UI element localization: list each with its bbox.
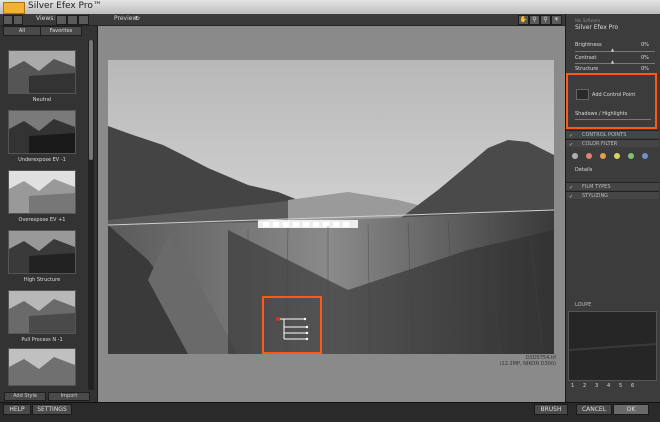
preset-thumbnail xyxy=(8,290,76,334)
preview-toggle-icon[interactable]: ↻ xyxy=(135,15,140,22)
background-icon[interactable]: ☀ xyxy=(551,15,562,25)
toolbar: Views: Preview: ↻ ✋ ⚲ ⚲ ☀ xyxy=(0,14,660,26)
zoom-fit-icon[interactable]: ⚲ xyxy=(540,15,551,25)
side-by-side-button[interactable] xyxy=(78,15,89,25)
preset-item[interactable] xyxy=(8,348,76,386)
section-label: COLOR FILTER xyxy=(582,141,618,147)
preset-label: High Structure xyxy=(23,277,61,283)
zoom-icon[interactable]: ⚲ xyxy=(529,15,540,25)
hand-icon[interactable]: ✋ xyxy=(518,15,529,25)
structure-label: Structure xyxy=(575,66,599,72)
preset-item[interactable]: High Structure xyxy=(8,230,76,283)
color-filter-swatches xyxy=(572,153,652,161)
preset-item[interactable]: Pull Process N -1 xyxy=(8,290,76,343)
list-view-icon[interactable] xyxy=(13,15,23,25)
image-info: (12.2MP, NIKON D300) xyxy=(499,361,556,367)
section-label: STYLIZING xyxy=(582,193,609,199)
contrast-label: Contrast xyxy=(575,55,597,61)
loupe-page-3[interactable]: 3 xyxy=(595,383,598,389)
import-button[interactable]: Import xyxy=(48,392,90,401)
loupe-view xyxy=(568,311,657,381)
contrast-slider-handle[interactable]: ▲ xyxy=(611,59,614,64)
section-check-icon[interactable]: ✓ xyxy=(569,185,575,191)
single-view-button[interactable] xyxy=(56,15,67,25)
loupe-page-2[interactable]: 2 xyxy=(583,383,586,389)
preset-label: Underexpose EV -1 xyxy=(18,157,66,163)
filter-swatch[interactable] xyxy=(572,153,578,159)
vendor-name: Nik Software xyxy=(575,18,601,23)
brightness-slider[interactable] xyxy=(575,51,655,52)
cancel-button[interactable]: CANCEL xyxy=(576,404,612,415)
tab-all[interactable]: All xyxy=(3,26,41,36)
section-control-points[interactable]: ✓ CONTROL POINTS xyxy=(566,130,659,139)
single-view-icon[interactable] xyxy=(3,15,13,25)
preset-thumbnail xyxy=(8,170,76,214)
filter-swatch[interactable] xyxy=(586,153,592,159)
preset-thumbnail xyxy=(8,348,76,386)
section-check-icon[interactable]: ✓ xyxy=(569,142,575,148)
preset-panel: All Favorites Neutral Underexpose EV -1 … xyxy=(0,26,98,402)
preset-item[interactable]: Neutral xyxy=(8,50,76,103)
preset-item[interactable]: Underexpose EV -1 xyxy=(8,110,76,163)
details-label[interactable]: Details xyxy=(575,167,592,173)
preset-label: Pull Process N -1 xyxy=(21,337,63,343)
ok-button[interactable]: OK xyxy=(613,404,649,415)
app-logo xyxy=(3,2,25,14)
loupe-label: LOUPE xyxy=(575,302,592,308)
preview-image[interactable] xyxy=(108,60,554,354)
brightness-label: Brightness xyxy=(575,42,602,48)
brush-button[interactable]: BRUSH xyxy=(534,404,568,415)
section-stylizing[interactable]: ✓ STYLIZING xyxy=(566,191,659,200)
preset-thumbnail xyxy=(8,230,76,274)
preset-item[interactable]: Overexpose EV +1 xyxy=(8,170,76,223)
preset-scrollbar[interactable] xyxy=(88,40,94,390)
add-style-button[interactable]: Add Style xyxy=(4,392,46,401)
section-check-icon[interactable]: ✓ xyxy=(569,133,575,139)
loupe-page-5[interactable]: 5 xyxy=(619,383,622,389)
filter-swatch[interactable] xyxy=(614,153,620,159)
brightness-value: 0% xyxy=(641,42,649,48)
preset-thumbnail xyxy=(8,50,76,94)
filter-swatch[interactable] xyxy=(642,153,648,159)
views-label: Views: xyxy=(36,15,56,22)
section-color-filter[interactable]: ✓ COLOR FILTER xyxy=(566,139,659,148)
preset-label: Overexpose EV +1 xyxy=(18,217,66,223)
section-label: CONTROL POINTS xyxy=(582,132,627,138)
contrast-slider[interactable] xyxy=(575,63,655,64)
preset-label: Neutral xyxy=(32,97,52,103)
preset-thumbnail xyxy=(8,110,76,154)
section-film-types[interactable]: ✓ FILM TYPES xyxy=(566,182,659,191)
section-label: FILM TYPES xyxy=(582,184,611,190)
split-view-button[interactable] xyxy=(67,15,78,25)
control-point-highlight xyxy=(262,296,322,354)
add-control-point-highlight xyxy=(566,73,657,129)
structure-value: 0% xyxy=(641,66,649,72)
loupe-page-6[interactable]: 6 xyxy=(631,383,634,389)
tab-favorites[interactable]: Favorites xyxy=(40,26,82,36)
title-bar: Silver Efex Pro™ xyxy=(0,0,660,15)
section-check-icon[interactable]: ✓ xyxy=(569,194,575,200)
filter-swatch[interactable] xyxy=(600,153,606,159)
loupe-pages: 1 2 3 4 5 6 xyxy=(571,382,657,390)
brightness-slider-handle[interactable]: ▲ xyxy=(611,47,614,52)
product-name: Silver Efex Pro xyxy=(575,24,619,31)
contrast-value: 0% xyxy=(641,55,649,61)
window-title: Silver Efex Pro™ xyxy=(28,1,102,11)
settings-button[interactable]: SETTINGS xyxy=(32,404,72,415)
loupe-page-1[interactable]: 1 xyxy=(571,383,574,389)
filter-swatch[interactable] xyxy=(628,153,634,159)
loupe-page-4[interactable]: 4 xyxy=(607,383,610,389)
help-button[interactable]: HELP xyxy=(3,404,31,415)
